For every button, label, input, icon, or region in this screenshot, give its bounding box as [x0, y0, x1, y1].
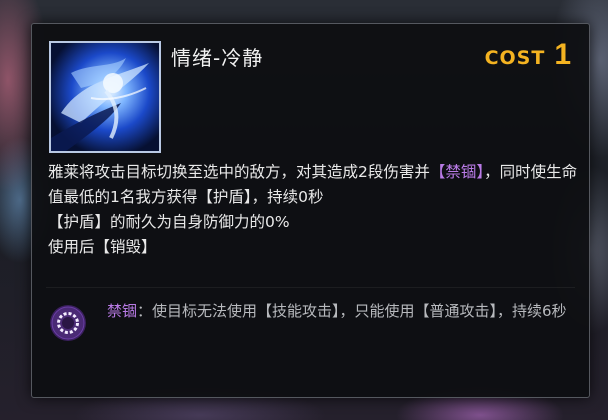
description-text: 使用后【销毁】	[48, 238, 157, 256]
description-line: 【护盾】的耐久为自身防御力的0%	[48, 210, 578, 235]
card-tooltip-panel: 情绪-冷静 COST 1 雅莱将攻击目标切换至选中的敌方，对其造成2段伤害并【禁…	[31, 23, 590, 398]
cost-label: COST	[484, 47, 546, 69]
card-description: 雅莱将攻击目标切换至选中的敌方，对其造成2段伤害并【禁锢】，同时使生命值最低的1…	[48, 160, 578, 260]
description-line: 雅莱将攻击目标切换至选中的敌方，对其造成2段伤害并【禁锢】，同时使生命值最低的1…	[48, 160, 578, 210]
description-text: 【护盾】的耐久为自身防御力的0%	[48, 213, 290, 231]
card-portrait	[49, 41, 161, 153]
status-effect-description: 禁锢：使目标无法使用【技能攻击】，只能使用【普通攻击】，持续6秒	[107, 299, 577, 324]
status-name: 禁锢	[107, 302, 138, 320]
divider	[46, 287, 575, 288]
description-text: 雅莱将攻击目标切换至选中的敌方，对其造成2段伤害并	[48, 163, 430, 181]
cost-display: COST 1	[485, 38, 571, 72]
blue-spirit-portrait-icon	[51, 43, 159, 151]
cost-value: 1	[554, 38, 571, 71]
keyword-imprison: 【禁锢】	[429, 163, 485, 181]
card-title: 情绪-冷静	[171, 46, 264, 70]
status-detail: ：使目标无法使用【技能攻击】，只能使用【普通攻击】，持续6秒	[137, 302, 567, 320]
description-line: 使用后【销毁】	[48, 235, 578, 260]
chain-ring-icon	[49, 304, 87, 342]
